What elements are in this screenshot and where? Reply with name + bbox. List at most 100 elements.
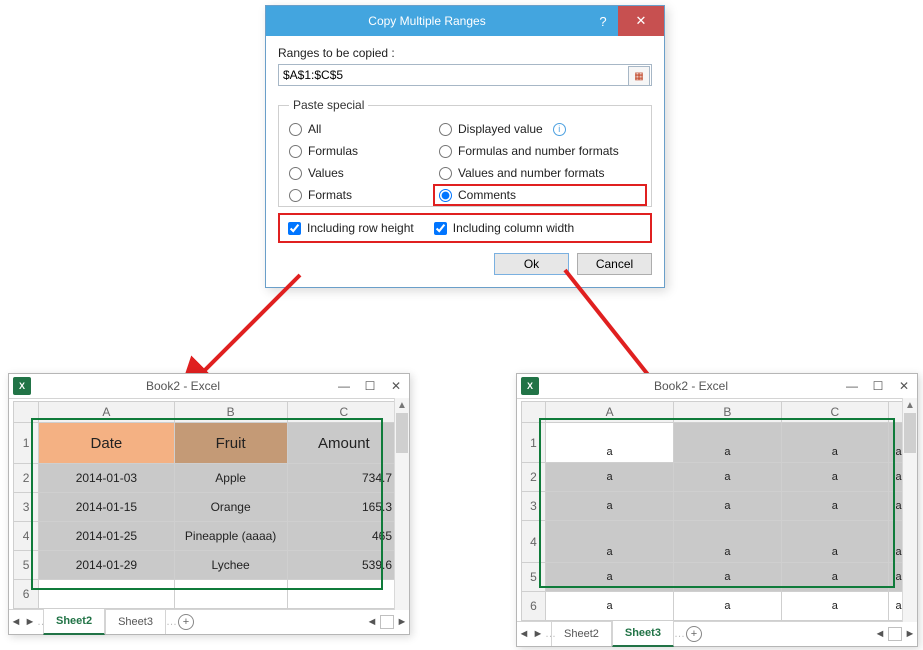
cell-B2[interactable]: a [674, 463, 781, 492]
cell-B6[interactable]: a [674, 592, 781, 621]
radio-displayed-input[interactable] [439, 123, 452, 136]
hscroll-thumb[interactable] [888, 627, 902, 641]
col-header-C[interactable]: C [287, 402, 400, 423]
radio-comments-input[interactable] [439, 189, 452, 202]
close-window-button[interactable]: ✕ [383, 374, 409, 398]
cell-C5[interactable]: 539.6 [287, 551, 400, 580]
cell-A3[interactable]: a [545, 492, 673, 521]
radio-values[interactable]: Values [289, 166, 439, 180]
cell-A6[interactable] [39, 580, 174, 609]
radio-values-input[interactable] [289, 167, 302, 180]
row-header-1[interactable]: 1 [522, 423, 546, 463]
cell-C2[interactable]: 734.7 [287, 464, 400, 493]
cell-grid[interactable]: A B C 1 a a a a 2 a a a a 3 a [521, 401, 909, 621]
hscroll-right[interactable]: ► [395, 610, 409, 634]
hscroll-left[interactable]: ◄ [873, 622, 887, 646]
cell-A6[interactable]: a [545, 592, 673, 621]
check-row-height[interactable]: Including row height [288, 221, 414, 235]
select-all-corner[interactable] [522, 402, 546, 423]
col-header-B[interactable]: B [174, 402, 287, 423]
maximize-button[interactable]: ☐ [357, 374, 383, 398]
radio-formulas-input[interactable] [289, 145, 302, 158]
sheet-tab-sheet2[interactable]: Sheet2 [551, 622, 612, 646]
cell-grid[interactable]: A B C 1 Date Fruit Amount 2 2014-01-03 A… [13, 401, 401, 609]
close-button[interactable]: ✕ [618, 6, 664, 36]
hscroll-right[interactable]: ► [903, 622, 917, 646]
cell-B5[interactable]: Lychee [174, 551, 287, 580]
cell-C1[interactable]: Amount [287, 423, 400, 464]
row-header-4[interactable]: 4 [14, 522, 39, 551]
row-header-1[interactable]: 1 [14, 423, 39, 464]
cell-C6[interactable]: a [781, 592, 888, 621]
cell-A4[interactable]: 2014-01-25 [39, 522, 174, 551]
tab-nav-prev[interactable]: ◄ [517, 622, 531, 646]
cell-B5[interactable]: a [674, 563, 781, 592]
new-sheet-button[interactable]: + [178, 614, 194, 630]
check-column-width-input[interactable] [434, 222, 447, 235]
cell-C5[interactable]: a [781, 563, 888, 592]
cell-B4[interactable]: Pineapple (aaaa) [174, 522, 287, 551]
radio-formats-input[interactable] [289, 189, 302, 202]
cell-B1[interactable]: Fruit [174, 423, 287, 464]
cell-A1[interactable]: Date [39, 423, 174, 464]
cell-A2[interactable]: a [545, 463, 673, 492]
sheet-tab-sheet3[interactable]: Sheet3 [612, 621, 674, 647]
cell-C3[interactable]: a [781, 492, 888, 521]
scroll-thumb[interactable] [904, 413, 916, 453]
cell-C4[interactable]: a [781, 521, 888, 563]
tab-nav-prev[interactable]: ◄ [9, 610, 23, 634]
range-picker-button[interactable]: ▦ [628, 66, 650, 86]
cell-A3[interactable]: 2014-01-15 [39, 493, 174, 522]
cancel-button[interactable]: Cancel [577, 253, 652, 275]
cell-B4[interactable]: a [674, 521, 781, 563]
col-header-C[interactable]: C [781, 402, 888, 423]
scroll-up-icon[interactable]: ▲ [903, 398, 917, 412]
cell-A2[interactable]: 2014-01-03 [39, 464, 174, 493]
row-header-2[interactable]: 2 [14, 464, 39, 493]
help-button[interactable]: ? [588, 6, 618, 36]
minimize-button[interactable]: — [839, 374, 865, 398]
ok-button[interactable]: Ok [494, 253, 569, 275]
radio-formulas[interactable]: Formulas [289, 144, 439, 158]
row-header-2[interactable]: 2 [522, 463, 546, 492]
vertical-scrollbar[interactable]: ▲ [394, 398, 409, 610]
vertical-scrollbar[interactable]: ▲ [902, 398, 917, 622]
maximize-button[interactable]: ☐ [865, 374, 891, 398]
row-header-4[interactable]: 4 [522, 521, 546, 563]
cell-C3[interactable]: 165.3 [287, 493, 400, 522]
col-header-A[interactable]: A [545, 402, 673, 423]
ranges-input[interactable] [278, 64, 652, 86]
cell-C6[interactable] [287, 580, 400, 609]
row-header-3[interactable]: 3 [14, 493, 39, 522]
col-header-A[interactable]: A [39, 402, 174, 423]
cell-B1[interactable]: a [674, 423, 781, 463]
row-header-6[interactable]: 6 [14, 580, 39, 609]
row-header-3[interactable]: 3 [522, 492, 546, 521]
radio-displayed-value[interactable]: Displayed value i [439, 122, 641, 136]
cell-B6[interactable] [174, 580, 287, 609]
cell-C4[interactable]: 465 [287, 522, 400, 551]
sheet-tab-sheet3[interactable]: Sheet3 [105, 610, 166, 634]
check-row-height-input[interactable] [288, 222, 301, 235]
row-header-5[interactable]: 5 [522, 563, 546, 592]
cell-B3[interactable]: a [674, 492, 781, 521]
cell-A1[interactable]: a [545, 423, 673, 463]
cell-C1[interactable]: a [781, 423, 888, 463]
hscroll-left[interactable]: ◄ [365, 610, 379, 634]
radio-all[interactable]: All [289, 122, 439, 136]
info-icon[interactable]: i [553, 123, 566, 136]
row-header-5[interactable]: 5 [14, 551, 39, 580]
cell-A4[interactable]: a [545, 521, 673, 563]
row-header-6[interactable]: 6 [522, 592, 546, 621]
scroll-thumb[interactable] [396, 413, 408, 453]
minimize-button[interactable]: — [331, 374, 357, 398]
cell-B3[interactable]: Orange [174, 493, 287, 522]
tab-nav-next[interactable]: ► [531, 622, 545, 646]
col-header-B[interactable]: B [674, 402, 781, 423]
radio-all-input[interactable] [289, 123, 302, 136]
excel-titlebar[interactable]: X Book2 - Excel — ☐ ✕ [517, 374, 917, 399]
excel-titlebar[interactable]: X Book2 - Excel — ☐ ✕ [9, 374, 409, 399]
radio-formats[interactable]: Formats [289, 188, 439, 202]
cell-C2[interactable]: a [781, 463, 888, 492]
radio-comments[interactable]: Comments [439, 188, 516, 202]
